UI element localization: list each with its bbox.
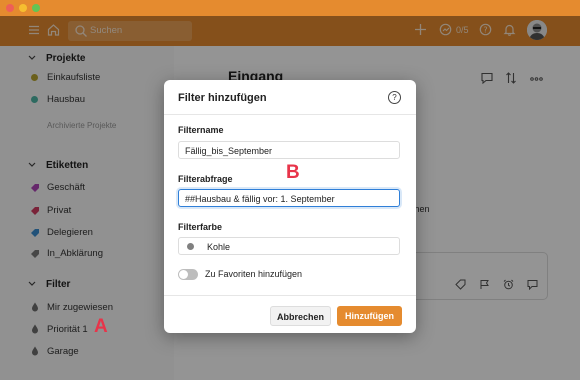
filter-query-label: Filterabfrage [178, 174, 233, 184]
divider [164, 114, 416, 115]
favorite-toggle[interactable] [178, 269, 198, 280]
color-swatch [187, 243, 194, 250]
toggle-knob [179, 270, 188, 279]
filter-name-label: Filtername [178, 125, 224, 135]
minimize-window-button[interactable] [19, 4, 27, 12]
window-titlebar [0, 0, 580, 16]
close-window-button[interactable] [6, 4, 14, 12]
filter-color-value: Kohle [207, 242, 231, 252]
filter-color-label: Filterfarbe [178, 222, 223, 232]
help-icon[interactable]: ? [388, 91, 401, 104]
app-window: Suchen 0/5 ? Projekte Einkaufsliste Haus… [0, 0, 580, 380]
add-filter-button[interactable]: Hinzufügen [337, 306, 402, 326]
zoom-window-button[interactable] [32, 4, 40, 12]
dialog-title: Filter hinzufügen [178, 92, 267, 104]
filter-query-field[interactable]: ##Hausbau & fällig vor: 1. September [178, 189, 400, 207]
divider [164, 295, 416, 296]
cancel-button[interactable]: Abbrechen [270, 306, 331, 326]
annotation-marker-b: B [286, 162, 300, 183]
add-filter-dialog: Filter hinzufügen ? Filtername Fällig_bi… [164, 80, 416, 333]
annotation-marker-a: A [94, 316, 108, 337]
filter-color-select[interactable]: Kohle [178, 237, 400, 255]
filter-name-field[interactable]: Fällig_bis_September [178, 141, 400, 159]
favorite-toggle-label[interactable]: Zu Favoriten hinzufügen [205, 269, 302, 279]
